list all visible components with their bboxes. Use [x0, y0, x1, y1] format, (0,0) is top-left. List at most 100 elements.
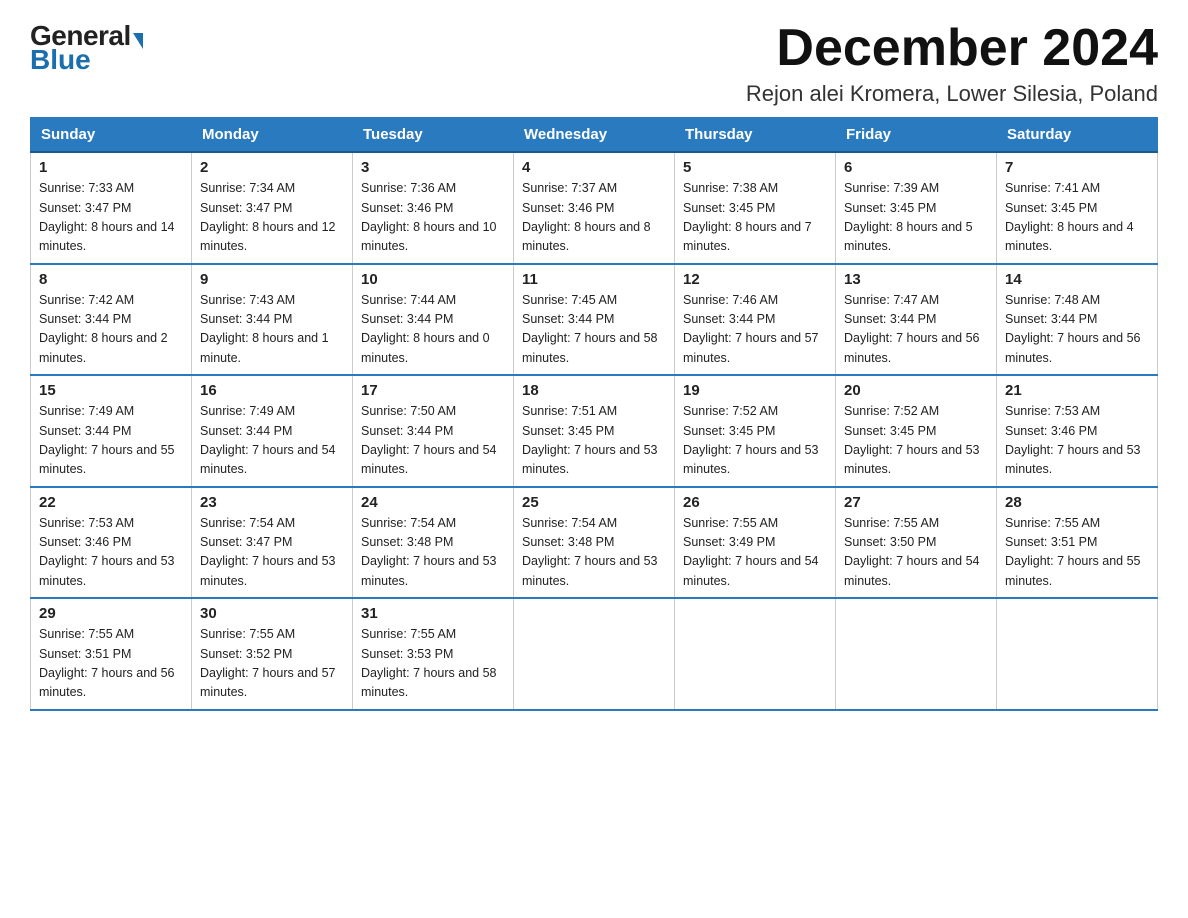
logo-blue-text: Blue [30, 44, 91, 76]
day-number: 15 [39, 382, 183, 399]
day-number: 19 [683, 382, 827, 399]
day-number: 16 [200, 382, 344, 399]
day-info: Sunrise: 7:38 AMSunset: 3:45 PMDaylight:… [683, 181, 812, 253]
logo-triangle-icon [133, 33, 143, 49]
page-header: General Blue December 2024 Rejon alei Kr… [30, 20, 1158, 107]
header-friday: Friday [836, 118, 997, 153]
day-number: 28 [1005, 494, 1149, 511]
calendar-week-row: 8 Sunrise: 7:42 AMSunset: 3:44 PMDayligh… [31, 264, 1158, 376]
day-number: 26 [683, 494, 827, 511]
table-row: 15 Sunrise: 7:49 AMSunset: 3:44 PMDaylig… [31, 375, 192, 487]
location-subtitle: Rejon alei Kromera, Lower Silesia, Polan… [746, 81, 1158, 107]
day-info: Sunrise: 7:43 AMSunset: 3:44 PMDaylight:… [200, 293, 329, 365]
table-row: 10 Sunrise: 7:44 AMSunset: 3:44 PMDaylig… [353, 264, 514, 376]
day-number: 22 [39, 494, 183, 511]
day-number: 9 [200, 271, 344, 288]
day-info: Sunrise: 7:49 AMSunset: 3:44 PMDaylight:… [200, 404, 336, 476]
table-row: 23 Sunrise: 7:54 AMSunset: 3:47 PMDaylig… [192, 487, 353, 599]
day-number: 31 [361, 605, 505, 622]
table-row: 9 Sunrise: 7:43 AMSunset: 3:44 PMDayligh… [192, 264, 353, 376]
day-number: 5 [683, 159, 827, 176]
day-number: 25 [522, 494, 666, 511]
table-row: 2 Sunrise: 7:34 AMSunset: 3:47 PMDayligh… [192, 152, 353, 264]
day-number: 10 [361, 271, 505, 288]
day-info: Sunrise: 7:53 AMSunset: 3:46 PMDaylight:… [39, 516, 175, 588]
day-info: Sunrise: 7:55 AMSunset: 3:52 PMDaylight:… [200, 627, 336, 699]
day-info: Sunrise: 7:54 AMSunset: 3:48 PMDaylight:… [522, 516, 658, 588]
day-info: Sunrise: 7:34 AMSunset: 3:47 PMDaylight:… [200, 181, 336, 253]
day-info: Sunrise: 7:47 AMSunset: 3:44 PMDaylight:… [844, 293, 980, 365]
day-number: 4 [522, 159, 666, 176]
day-number: 11 [522, 271, 666, 288]
table-row: 25 Sunrise: 7:54 AMSunset: 3:48 PMDaylig… [514, 487, 675, 599]
day-info: Sunrise: 7:49 AMSunset: 3:44 PMDaylight:… [39, 404, 175, 476]
table-row: 17 Sunrise: 7:50 AMSunset: 3:44 PMDaylig… [353, 375, 514, 487]
table-row [514, 598, 675, 710]
day-info: Sunrise: 7:54 AMSunset: 3:48 PMDaylight:… [361, 516, 497, 588]
table-row: 29 Sunrise: 7:55 AMSunset: 3:51 PMDaylig… [31, 598, 192, 710]
day-number: 27 [844, 494, 988, 511]
day-info: Sunrise: 7:46 AMSunset: 3:44 PMDaylight:… [683, 293, 819, 365]
table-row: 1 Sunrise: 7:33 AMSunset: 3:47 PMDayligh… [31, 152, 192, 264]
table-row: 19 Sunrise: 7:52 AMSunset: 3:45 PMDaylig… [675, 375, 836, 487]
day-info: Sunrise: 7:55 AMSunset: 3:53 PMDaylight:… [361, 627, 497, 699]
calendar-week-row: 15 Sunrise: 7:49 AMSunset: 3:44 PMDaylig… [31, 375, 1158, 487]
header-wednesday: Wednesday [514, 118, 675, 153]
day-number: 2 [200, 159, 344, 176]
day-number: 3 [361, 159, 505, 176]
table-row [675, 598, 836, 710]
day-number: 29 [39, 605, 183, 622]
day-number: 6 [844, 159, 988, 176]
table-row: 13 Sunrise: 7:47 AMSunset: 3:44 PMDaylig… [836, 264, 997, 376]
header-monday: Monday [192, 118, 353, 153]
table-row: 28 Sunrise: 7:55 AMSunset: 3:51 PMDaylig… [997, 487, 1158, 599]
header-sunday: Sunday [31, 118, 192, 153]
day-info: Sunrise: 7:33 AMSunset: 3:47 PMDaylight:… [39, 181, 175, 253]
day-number: 21 [1005, 382, 1149, 399]
day-number: 13 [844, 271, 988, 288]
day-number: 8 [39, 271, 183, 288]
table-row: 22 Sunrise: 7:53 AMSunset: 3:46 PMDaylig… [31, 487, 192, 599]
day-number: 1 [39, 159, 183, 176]
day-number: 20 [844, 382, 988, 399]
table-row: 8 Sunrise: 7:42 AMSunset: 3:44 PMDayligh… [31, 264, 192, 376]
day-headers-row: Sunday Monday Tuesday Wednesday Thursday… [31, 118, 1158, 153]
day-number: 12 [683, 271, 827, 288]
day-info: Sunrise: 7:44 AMSunset: 3:44 PMDaylight:… [361, 293, 490, 365]
table-row: 27 Sunrise: 7:55 AMSunset: 3:50 PMDaylig… [836, 487, 997, 599]
calendar-week-row: 29 Sunrise: 7:55 AMSunset: 3:51 PMDaylig… [31, 598, 1158, 710]
day-info: Sunrise: 7:52 AMSunset: 3:45 PMDaylight:… [844, 404, 980, 476]
day-info: Sunrise: 7:55 AMSunset: 3:49 PMDaylight:… [683, 516, 819, 588]
calendar-week-row: 1 Sunrise: 7:33 AMSunset: 3:47 PMDayligh… [31, 152, 1158, 264]
table-row: 7 Sunrise: 7:41 AMSunset: 3:45 PMDayligh… [997, 152, 1158, 264]
table-row: 20 Sunrise: 7:52 AMSunset: 3:45 PMDaylig… [836, 375, 997, 487]
table-row: 21 Sunrise: 7:53 AMSunset: 3:46 PMDaylig… [997, 375, 1158, 487]
day-info: Sunrise: 7:52 AMSunset: 3:45 PMDaylight:… [683, 404, 819, 476]
day-number: 30 [200, 605, 344, 622]
header-thursday: Thursday [675, 118, 836, 153]
day-info: Sunrise: 7:55 AMSunset: 3:51 PMDaylight:… [1005, 516, 1141, 588]
table-row: 5 Sunrise: 7:38 AMSunset: 3:45 PMDayligh… [675, 152, 836, 264]
table-row [997, 598, 1158, 710]
table-row: 3 Sunrise: 7:36 AMSunset: 3:46 PMDayligh… [353, 152, 514, 264]
day-info: Sunrise: 7:54 AMSunset: 3:47 PMDaylight:… [200, 516, 336, 588]
table-row [836, 598, 997, 710]
day-info: Sunrise: 7:41 AMSunset: 3:45 PMDaylight:… [1005, 181, 1134, 253]
table-row: 26 Sunrise: 7:55 AMSunset: 3:49 PMDaylig… [675, 487, 836, 599]
logo: General Blue [30, 20, 143, 76]
table-row: 12 Sunrise: 7:46 AMSunset: 3:44 PMDaylig… [675, 264, 836, 376]
table-row: 18 Sunrise: 7:51 AMSunset: 3:45 PMDaylig… [514, 375, 675, 487]
header-saturday: Saturday [997, 118, 1158, 153]
day-info: Sunrise: 7:55 AMSunset: 3:50 PMDaylight:… [844, 516, 980, 588]
day-info: Sunrise: 7:48 AMSunset: 3:44 PMDaylight:… [1005, 293, 1141, 365]
day-info: Sunrise: 7:36 AMSunset: 3:46 PMDaylight:… [361, 181, 497, 253]
day-number: 23 [200, 494, 344, 511]
calendar-table: Sunday Monday Tuesday Wednesday Thursday… [30, 117, 1158, 711]
table-row: 4 Sunrise: 7:37 AMSunset: 3:46 PMDayligh… [514, 152, 675, 264]
day-info: Sunrise: 7:45 AMSunset: 3:44 PMDaylight:… [522, 293, 658, 365]
day-info: Sunrise: 7:50 AMSunset: 3:44 PMDaylight:… [361, 404, 497, 476]
month-title: December 2024 [746, 20, 1158, 77]
day-info: Sunrise: 7:37 AMSunset: 3:46 PMDaylight:… [522, 181, 651, 253]
table-row: 30 Sunrise: 7:55 AMSunset: 3:52 PMDaylig… [192, 598, 353, 710]
day-number: 14 [1005, 271, 1149, 288]
